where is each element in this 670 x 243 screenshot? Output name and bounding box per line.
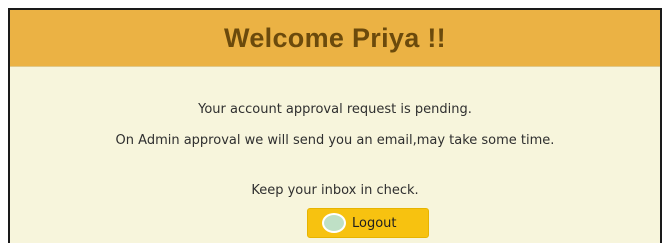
approval-info-text: On Admin approval we will send you an em… — [115, 133, 555, 148]
welcome-panel: Welcome Priya !! Your account approval r… — [8, 8, 662, 243]
inbox-reminder-text: Keep your inbox in check. — [251, 183, 419, 198]
logout-icon — [322, 213, 346, 233]
header-bar: Welcome Priya !! — [10, 10, 660, 67]
pending-status-text: Your account approval request is pending… — [198, 102, 472, 117]
page-title: Welcome Priya !! — [224, 22, 446, 53]
logout-label: Logout — [352, 215, 397, 231]
logout-button[interactable]: Logout — [307, 208, 429, 238]
